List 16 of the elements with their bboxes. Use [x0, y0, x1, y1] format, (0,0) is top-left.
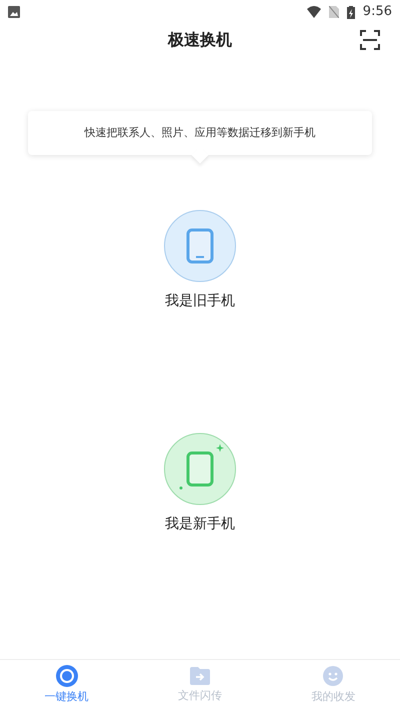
page-title: 极速换机	[168, 29, 232, 51]
wifi-icon	[306, 6, 321, 18]
phone-icon	[164, 433, 236, 505]
phone-icon	[164, 210, 236, 282]
scan-icon	[360, 30, 380, 50]
phone-option[interactable]: 我是新手机	[164, 433, 236, 535]
tab[interactable]: 一键换机	[0, 660, 134, 711]
image-icon	[8, 6, 20, 18]
smiley-icon	[322, 665, 344, 688]
scan-button[interactable]	[360, 30, 380, 50]
phone-option[interactable]: 我是旧手机	[164, 210, 236, 312]
no-sim-icon	[328, 6, 339, 18]
folder-icon	[188, 666, 211, 686]
battery-icon	[346, 6, 355, 18]
clock-time: 9:56	[362, 3, 392, 22]
tip-text: 快速把联系人、照片、应用等数据迁移到新手机	[84, 124, 316, 141]
